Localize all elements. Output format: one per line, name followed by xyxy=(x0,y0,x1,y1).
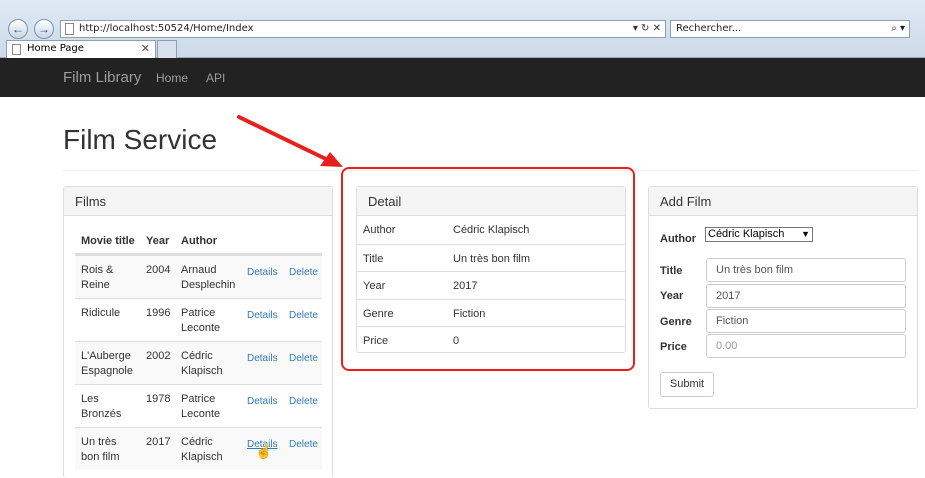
page-title: Film Service xyxy=(63,124,218,155)
navbar: Film Library Home API xyxy=(0,58,925,97)
price-input[interactable]: 0.00 xyxy=(706,334,906,358)
author-label: Author xyxy=(660,233,697,245)
delete-link[interactable]: Delete xyxy=(289,308,318,323)
price-label: Price xyxy=(660,341,687,353)
tab-title: Home Page xyxy=(27,43,84,54)
details-link[interactable]: Details xyxy=(247,265,278,280)
nav-link-home[interactable]: Home xyxy=(156,71,188,85)
delete-link[interactable]: Delete xyxy=(289,437,318,452)
refresh-icon[interactable]: ▾ ↻ ✕ xyxy=(633,21,661,37)
tab-close-icon[interactable]: ✕ xyxy=(141,41,150,57)
table-row: Les Bronzés 1978 Patrice Leconte Details Delet… xyxy=(75,384,322,427)
address-bar[interactable]: http://localhost:50524/Home/Index ▾ ↻ ✕ xyxy=(60,20,666,38)
table-row: L'Auberge Espagnole 2002 Cédric Klapisch Deta… xyxy=(75,341,322,384)
new-tab-button[interactable] xyxy=(157,40,177,58)
submit-button[interactable]: Submit xyxy=(660,372,714,397)
movie-year: 1996 xyxy=(146,307,171,319)
delete-link[interactable]: Delete xyxy=(289,394,318,409)
author-select-value: Cédric Klapisch xyxy=(708,228,785,240)
genre-label: Genre xyxy=(660,316,692,328)
movie-title: L'Auberge Espagnole xyxy=(81,350,133,377)
movie-title: Ridicule xyxy=(81,307,121,319)
search-box[interactable]: Rechercher... ⌕ ▾ xyxy=(670,20,910,38)
navbar-brand[interactable]: Film Library xyxy=(63,69,141,86)
movie-year: 1978 xyxy=(146,393,171,405)
page-icon xyxy=(65,23,74,35)
title-input[interactable]: Un très bon film xyxy=(706,258,906,282)
chevron-down-icon: ▼ xyxy=(801,229,810,239)
films-table: Movie title Year Author Rois & Reine 2004 A… xyxy=(75,227,322,470)
table-row: Un très bon film 2017 Cédric Klapisch Details… xyxy=(75,427,322,470)
movie-year: 2002 xyxy=(146,350,171,362)
films-table-header: Movie title Year Author xyxy=(75,227,322,255)
add-film-panel-heading: Add Film xyxy=(649,187,917,216)
hand-cursor-icon: ☝ xyxy=(255,443,273,459)
movie-year: 2017 xyxy=(146,436,171,448)
movie-title: Rois & Reine xyxy=(81,264,114,291)
movie-title: Un très bon film xyxy=(81,436,120,463)
column-header-author: Author xyxy=(181,235,218,247)
movie-author: Cédric Klapisch xyxy=(181,436,223,463)
title-label: Title xyxy=(660,265,683,277)
movie-year: 2004 xyxy=(146,264,171,276)
year-input[interactable]: 2017 xyxy=(706,284,906,308)
highlight-box xyxy=(341,167,635,371)
movie-author: Patrice Leconte xyxy=(181,393,221,420)
forward-arrow-icon[interactable]: → xyxy=(34,19,54,39)
add-film-panel: Add Film Author Cédric Klapisch ▼ Title … xyxy=(648,186,918,409)
author-select[interactable]: Cédric Klapisch ▼ xyxy=(705,227,813,242)
genre-input[interactable]: Fiction xyxy=(706,309,906,333)
table-row: Ridicule 1996 Patrice Leconte Details Delete xyxy=(75,298,322,341)
films-panel-heading: Films xyxy=(64,187,332,216)
year-label: Year xyxy=(660,290,684,302)
details-link[interactable]: Details xyxy=(247,308,278,323)
search-icon[interactable]: ⌕ ▾ xyxy=(891,21,905,37)
delete-link[interactable]: Delete xyxy=(289,265,318,280)
details-link[interactable]: Details xyxy=(247,394,278,409)
movie-author: Cédric Klapisch xyxy=(181,350,223,377)
details-link[interactable]: Details xyxy=(247,351,278,366)
movie-title: Les Bronzés xyxy=(81,393,122,420)
address-url: http://localhost:50524/Home/Index xyxy=(79,23,254,34)
column-header-title: Movie title xyxy=(81,235,135,247)
annotation-arrow-icon xyxy=(237,115,343,167)
movie-author: Arnaud Desplechin xyxy=(181,264,236,291)
back-arrow-icon[interactable]: ← xyxy=(8,19,28,39)
table-row: Rois & Reine 2004 Arnaud Desplechin Details De… xyxy=(75,255,322,298)
films-panel: Films Movie title Year Author Rois & Rein… xyxy=(63,186,333,478)
movie-author: Patrice Leconte xyxy=(181,307,221,334)
browser-tab[interactable]: Home Page ✕ xyxy=(6,40,156,58)
delete-link[interactable]: Delete xyxy=(289,351,318,366)
browser-chrome: ← → http://localhost:50524/Home/Index ▾ … xyxy=(0,0,925,58)
column-header-year: Year xyxy=(146,235,170,247)
search-placeholder: Rechercher... xyxy=(676,23,742,34)
nav-link-api[interactable]: API xyxy=(206,71,225,85)
tab-page-icon xyxy=(12,44,21,55)
